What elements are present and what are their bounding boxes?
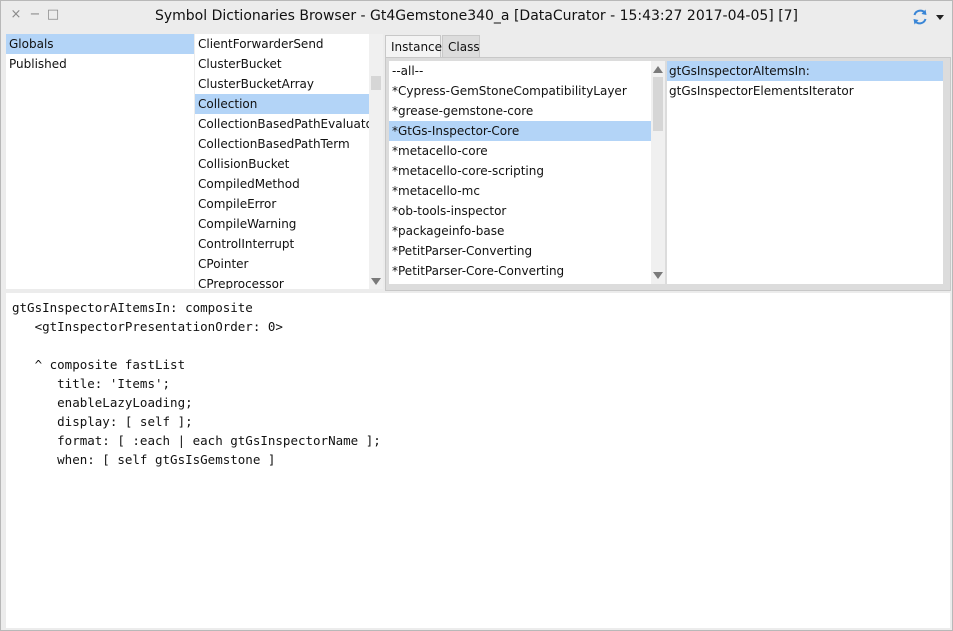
browser-window: × − □ Symbol Dictionaries Browser - Gt4G… [0, 0, 953, 631]
class-item[interactable]: CompileError [195, 194, 372, 214]
category-list: --all-- *Cypress-GemStoneCompatibilityLay… [389, 61, 665, 284]
chevron-down-icon[interactable] [936, 15, 944, 20]
category-item[interactable]: *packageinfo-base [389, 221, 654, 241]
category-item[interactable]: *ob-tools-inspector [389, 201, 654, 221]
class-item[interactable]: ClusterBucketArray [195, 74, 372, 94]
class-item[interactable]: CollectionBasedPathTerm [195, 134, 372, 154]
class-item[interactable]: CollectionBasedPathEvaluator [195, 114, 378, 134]
title-bar: × − □ Symbol Dictionaries Browser - Gt4G… [1, 1, 952, 31]
method-list: gtGsInspectorAItemsIn: gtGsInspectorEleme… [667, 61, 943, 284]
dictionary-list: Globals Published [6, 34, 194, 289]
class-item[interactable]: ClientForwarderSend [195, 34, 372, 54]
tab-instance[interactable]: Instance [385, 35, 442, 58]
category-item[interactable]: *PetitParser-Core-Converting [389, 261, 654, 281]
category-item[interactable]: *metacello-core [389, 141, 654, 161]
category-list-scrollbar[interactable] [651, 61, 665, 284]
code-line: title: 'Items'; [12, 376, 171, 391]
code-line: display: [ self ]; [12, 414, 193, 429]
scroll-up-icon[interactable] [653, 66, 663, 73]
category-item[interactable]: *Cypress-GemStoneCompatibilityLayer [389, 81, 654, 101]
scroll-down-icon[interactable] [653, 272, 663, 279]
class-item[interactable]: CompiledMethod [195, 174, 372, 194]
category-item[interactable]: *metacello-mc [389, 181, 654, 201]
code-line: gtGsInspectorAItemsIn: composite [12, 300, 253, 315]
dictionary-item[interactable]: Globals [6, 34, 194, 54]
class-item[interactable]: Collection [195, 94, 372, 114]
category-item[interactable]: *grease-gemstone-core [389, 101, 654, 121]
tab-class[interactable]: Class [442, 35, 480, 58]
source-code-editor[interactable]: gtGsInspectorAItemsIn: composite <gtInsp… [6, 293, 950, 628]
class-item[interactable]: ClusterBucket [195, 54, 372, 74]
method-item[interactable]: gtGsInspectorAItemsIn: [667, 61, 943, 81]
code-line: ^ composite fastList [12, 357, 186, 372]
category-item[interactable]: *PetitParser-Converting [389, 241, 654, 261]
class-list-scroll-thumb[interactable] [371, 76, 381, 90]
dictionary-item[interactable]: Published [6, 54, 194, 74]
category-list-scroll-thumb[interactable] [653, 77, 663, 131]
method-item[interactable]: gtGsInspectorElementsIterator [667, 81, 943, 101]
category-item[interactable]: *GtGs-Inspector-Core [389, 121, 654, 141]
category-item[interactable]: --all-- [389, 61, 654, 81]
code-line: enableLazyLoading; [12, 395, 193, 410]
window-title: Symbol Dictionaries Browser - Gt4Gemston… [154, 8, 799, 24]
scroll-down-icon[interactable] [371, 278, 381, 285]
class-item[interactable]: ControlInterrupt [195, 234, 372, 254]
sync-icon[interactable] [911, 8, 929, 26]
class-item[interactable]: CollisionBucket [195, 154, 372, 174]
class-item[interactable]: CPointer [195, 254, 372, 274]
class-list-scrollbar[interactable] [369, 34, 383, 289]
code-line: <gtInspectorPresentationOrder: 0> [12, 319, 283, 334]
category-item[interactable]: *metacello-core-scripting [389, 161, 654, 181]
class-item[interactable]: CPreprocessor [195, 274, 372, 289]
code-line: when: [ self gtGsIsGemstone ] [12, 452, 276, 467]
class-list: ClientForwarderSend ClusterBucket ClusterB… [195, 34, 383, 289]
class-item[interactable]: CompileWarning [195, 214, 372, 234]
code-line: format: [ :each | each gtGsInspectorName… [12, 433, 381, 448]
